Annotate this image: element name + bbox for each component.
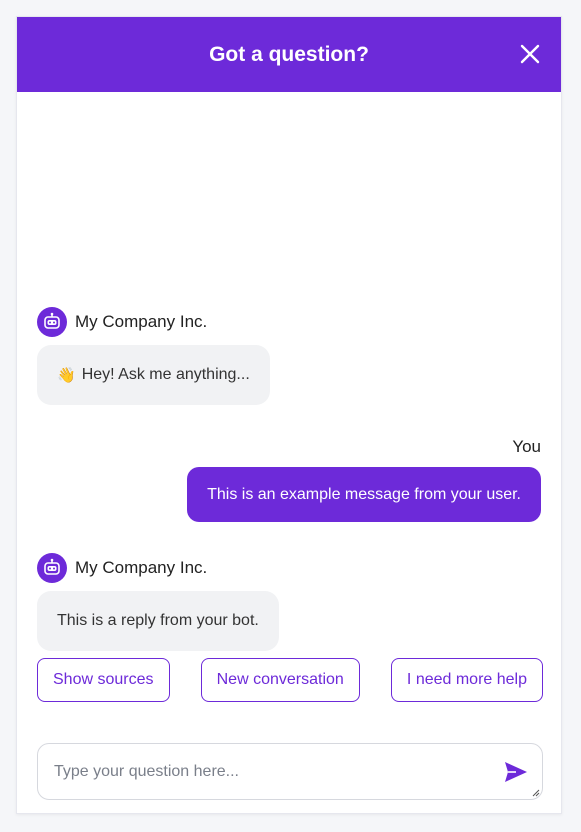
bot-avatar <box>37 307 67 337</box>
resize-handle-icon[interactable] <box>530 787 540 797</box>
send-icon <box>505 762 527 782</box>
bot-message: My Company Inc. This is a reply from you… <box>37 553 279 651</box>
bot-message-bubble: 👋 Hey! Ask me anything... <box>37 345 270 405</box>
bot-message: My Company Inc. 👋 Hey! Ask me anything..… <box>37 307 270 405</box>
bot-message-header: My Company Inc. <box>37 553 279 583</box>
new-conversation-button[interactable]: New conversation <box>200 658 360 702</box>
bot-sender-name: My Company Inc. <box>75 558 208 577</box>
need-help-button[interactable]: I need more help <box>390 658 543 702</box>
robot-icon <box>44 558 60 575</box>
quick-actions: Show sources New conversation I need mor… <box>37 658 543 702</box>
wave-emoji: 👋 <box>57 367 76 384</box>
user-message-text: This is an example message from your use… <box>207 485 521 503</box>
question-input[interactable] <box>54 744 474 799</box>
user-message-bubble: This is an example message from your use… <box>187 467 541 522</box>
bot-message-text: This is a reply from your bot. <box>57 612 259 629</box>
chat-title: Got a question? <box>209 42 369 66</box>
robot-icon <box>44 312 60 329</box>
chat-header: Got a question? <box>17 17 561 92</box>
chat-widget: Got a question? My Company Inc. 👋 Hey! A… <box>16 16 562 814</box>
bot-message-bubble: This is a reply from your bot. <box>37 591 279 651</box>
bot-avatar <box>37 553 67 583</box>
show-sources-button[interactable]: Show sources <box>37 658 170 702</box>
close-icon <box>520 44 540 64</box>
bot-message-text: Hey! Ask me anything... <box>81 366 250 383</box>
question-input-container <box>37 743 543 800</box>
send-button[interactable] <box>500 756 532 788</box>
user-sender-label: You <box>512 437 541 456</box>
bot-sender-name: My Company Inc. <box>75 312 208 331</box>
close-button[interactable] <box>515 39 545 69</box>
bot-message-header: My Company Inc. <box>37 307 270 337</box>
